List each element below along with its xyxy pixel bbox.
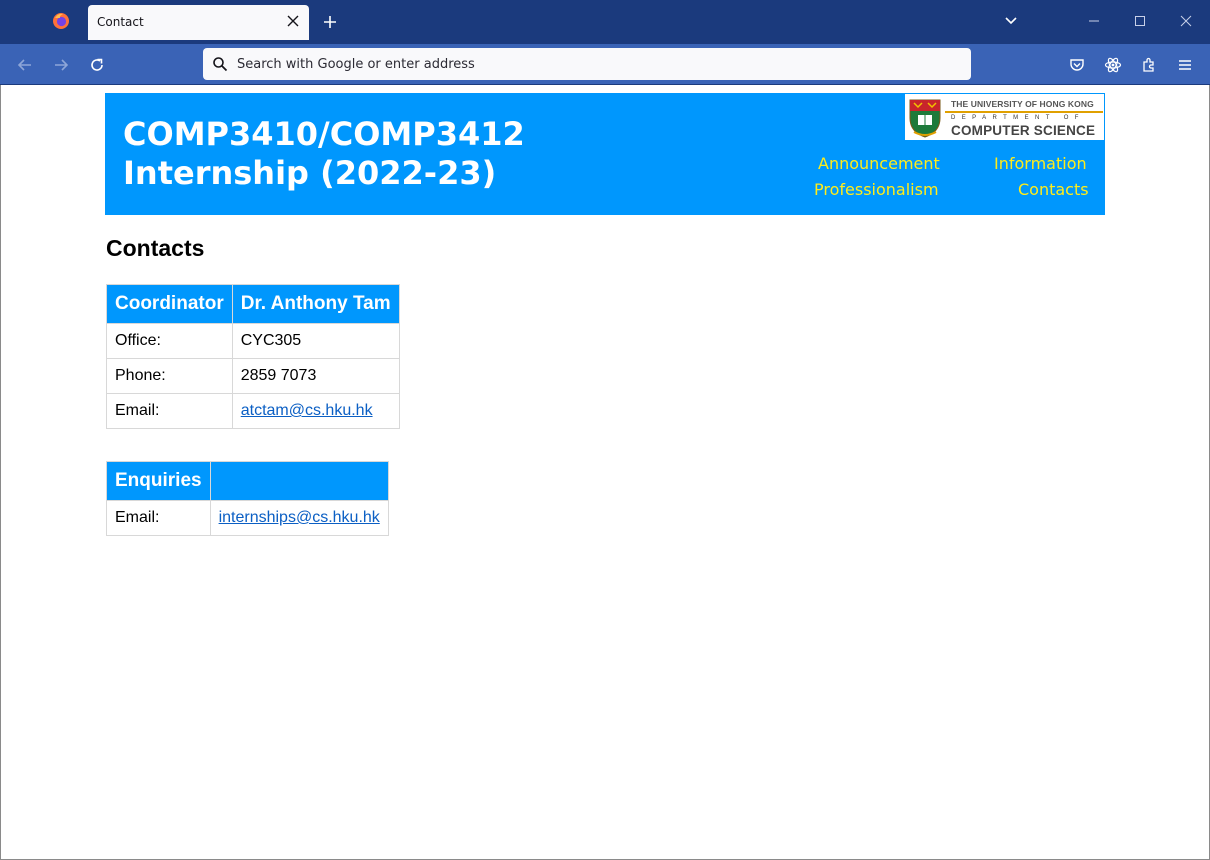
- hku-crest-icon: [909, 99, 941, 138]
- page-title: Contacts: [106, 235, 205, 261]
- logo-divider: [945, 111, 1103, 113]
- enquiries-header: Enquiries: [106, 461, 211, 501]
- logo-university-text: THE UNIVERSITY OF HONG KONG: [951, 99, 1094, 109]
- logo-cs-text: COMPUTER SCIENCE: [951, 123, 1096, 138]
- search-icon: [213, 57, 228, 72]
- coordinator-header: Coordinator: [106, 284, 233, 324]
- tab-title: Contact: [97, 15, 144, 29]
- enquiries-table: Enquiries Email: internships@cs.hku.hk: [106, 461, 389, 536]
- nav-link-announcement[interactable]: Announcement: [818, 154, 940, 173]
- list-all-tabs-icon[interactable]: [1003, 13, 1019, 29]
- page-viewport: COMP3410/COMP3412 Internship (2022-23) T…: [0, 85, 1210, 860]
- nav-link-information[interactable]: Information: [994, 154, 1087, 173]
- office-value: CYC305: [231, 323, 400, 359]
- pocket-icon[interactable]: [1068, 56, 1086, 74]
- nav-link-professionalism[interactable]: Professionalism: [814, 180, 939, 199]
- forward-icon[interactable]: [52, 56, 70, 74]
- back-icon[interactable]: [16, 56, 34, 74]
- logo-department-text: DEPARTMENT OF: [951, 115, 1085, 121]
- email-cell: atctam@cs.hku.hk: [231, 393, 400, 429]
- nav-link-contacts[interactable]: Contacts: [1018, 180, 1089, 199]
- enquiries-email-label: Email:: [106, 500, 211, 536]
- reload-icon[interactable]: [88, 56, 106, 74]
- extensions-icon[interactable]: [1140, 56, 1158, 74]
- phone-label: Phone:: [106, 358, 233, 394]
- menu-icon[interactable]: [1176, 56, 1194, 74]
- hku-cs-logo[interactable]: THE UNIVERSITY OF HONG KONG DEPARTMENT O…: [904, 93, 1105, 141]
- window-close-icon[interactable]: [1178, 13, 1194, 29]
- enquiries-email-cell: internships@cs.hku.hk: [209, 500, 389, 536]
- phone-value: 2859 7073: [231, 358, 400, 394]
- table-row: Email: internships@cs.hku.hk: [106, 500, 389, 536]
- coordinator-email-link[interactable]: atctam@cs.hku.hk: [241, 402, 373, 419]
- coordinator-table: Coordinator Dr. Anthony Tam Office: CYC3…: [106, 284, 400, 429]
- office-label: Office:: [106, 323, 233, 359]
- site-banner: COMP3410/COMP3412 Internship (2022-23) T…: [105, 93, 1105, 215]
- site-title-line2: Internship (2022-23): [123, 154, 497, 192]
- table-row: Office: CYC305: [106, 323, 400, 359]
- new-tab-icon[interactable]: [322, 14, 338, 30]
- table-header-row: Coordinator Dr. Anthony Tam: [106, 284, 400, 324]
- enquiries-email-link[interactable]: internships@cs.hku.hk: [219, 509, 380, 526]
- address-bar[interactable]: [203, 48, 971, 80]
- react-devtools-icon[interactable]: [1104, 56, 1122, 74]
- table-row: Email: atctam@cs.hku.hk: [106, 393, 400, 429]
- firefox-icon[interactable]: [52, 12, 70, 30]
- browser-tab-bar: Contact: [0, 0, 1210, 44]
- tab-contact[interactable]: Contact: [88, 5, 309, 40]
- table-header-row: Enquiries: [106, 461, 389, 501]
- site-title: COMP3410/COMP3412 Internship (2022-23): [123, 115, 525, 193]
- maximize-icon[interactable]: [1132, 13, 1148, 29]
- url-input[interactable]: [237, 48, 957, 80]
- site-title-line1: COMP3410/COMP3412: [123, 115, 525, 153]
- coordinator-name-header: Dr. Anthony Tam: [231, 284, 400, 324]
- enquiries-empty-header: [209, 461, 389, 501]
- table-row: Phone: 2859 7073: [106, 358, 400, 394]
- navigation-toolbar: [0, 44, 1210, 85]
- email-label: Email:: [106, 393, 233, 429]
- close-tab-icon[interactable]: [287, 15, 299, 27]
- minimize-icon[interactable]: [1086, 13, 1102, 29]
